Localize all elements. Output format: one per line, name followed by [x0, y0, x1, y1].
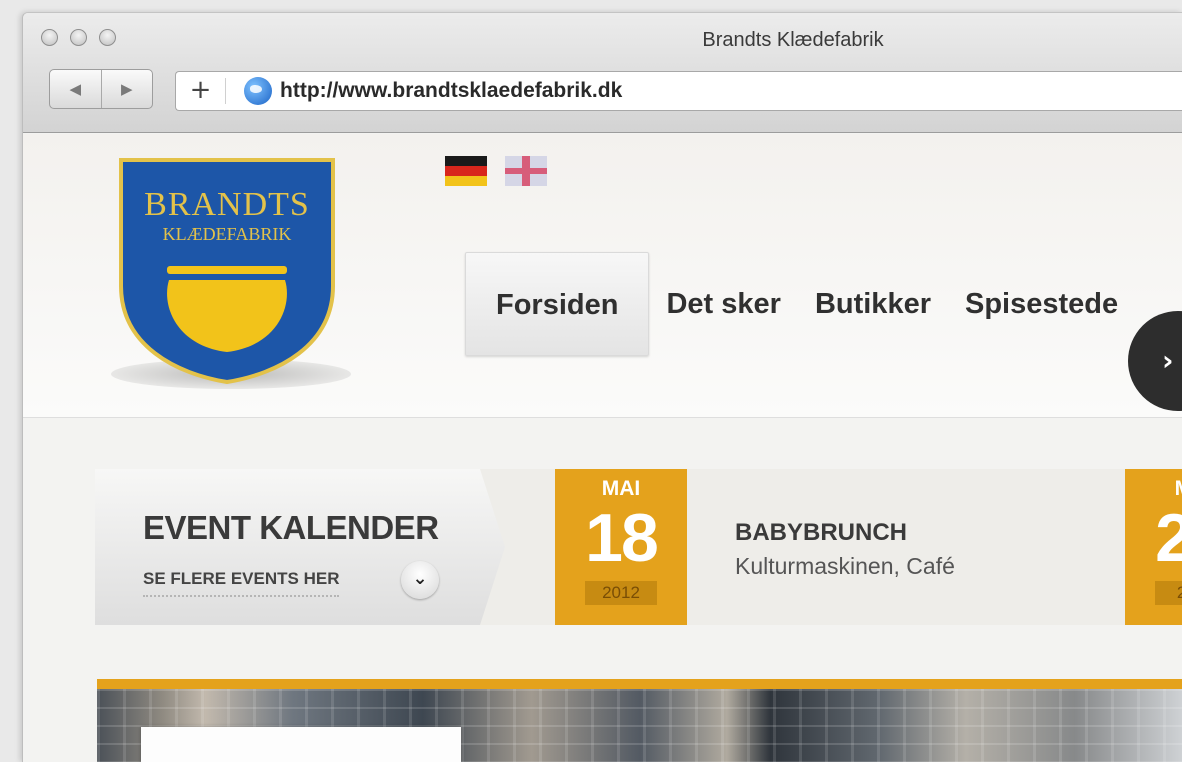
uk-flag-icon[interactable]: [505, 156, 547, 186]
brandts-logo[interactable]: BRANDTS KLÆDEFABRIK: [117, 156, 337, 384]
event-month: MA: [1125, 477, 1182, 501]
menu-item-spisesteder[interactable]: Spisestede: [948, 252, 1135, 356]
more-events-link[interactable]: SE FLERE EVENTS HER: [143, 569, 340, 597]
globe-icon: [244, 77, 272, 105]
url-text[interactable]: http://www.brandtsklaedefabrik.dk: [280, 79, 622, 103]
hero-image: [97, 679, 1182, 762]
site-header: BRANDTS KLÆDEFABRIK Forsiden Det sker Bu…: [23, 134, 1182, 418]
menu-next-button[interactable]: ›: [1128, 311, 1182, 411]
event-year: 2012: [585, 581, 657, 605]
event-calendar-title: EVENT KALENDER: [143, 509, 439, 546]
event-date-badge[interactable]: MA 23 201: [1125, 469, 1182, 625]
hero-caption-card: [141, 727, 461, 762]
browser-window: Brandts Klædefabrik ◀ ▶ + http://www.bra…: [22, 12, 1182, 762]
event-place: Kulturmaskinen, Café: [735, 553, 955, 579]
chevron-down-icon[interactable]: ⌄: [401, 561, 439, 599]
logo-line-1: BRANDTS: [144, 186, 310, 223]
back-button[interactable]: ◀: [50, 70, 102, 108]
menu-item-butikker[interactable]: Butikker: [798, 252, 948, 356]
event-bar: EVENT KALENDER SE FLERE EVENTS HER ⌄ MAI…: [95, 469, 1182, 625]
add-bookmark-button[interactable]: +: [176, 77, 226, 104]
event-day: 18: [585, 500, 659, 576]
menu-item-det-sker[interactable]: Det sker: [649, 252, 797, 356]
menu-item-forsiden[interactable]: Forsiden: [465, 252, 650, 356]
browser-chrome: Brandts Klædefabrik ◀ ▶ + http://www.bra…: [23, 13, 1182, 133]
history-buttons: ◀ ▶: [49, 69, 153, 109]
window-title: Brandts Klædefabrik: [702, 29, 884, 51]
language-switcher: [445, 156, 547, 186]
event-year: 201: [1155, 581, 1182, 605]
event-day: 23: [1125, 499, 1182, 577]
event-date-badge[interactable]: MAI 18 2012: [555, 469, 687, 625]
logo-line-2: KLÆDEFABRIK: [162, 224, 292, 244]
event-name[interactable]: BABYBRUNCH: [735, 519, 907, 547]
event-month: MAI: [601, 477, 641, 500]
german-flag-icon[interactable]: [445, 156, 487, 186]
event-calendar-label: EVENT KALENDER SE FLERE EVENTS HER ⌄: [95, 469, 505, 625]
forward-button[interactable]: ▶: [102, 70, 153, 108]
address-bar[interactable]: + http://www.brandtsklaedefabrik.dk: [175, 71, 1182, 111]
main-menu: Forsiden Det sker Butikker Spisestede: [465, 252, 1135, 356]
